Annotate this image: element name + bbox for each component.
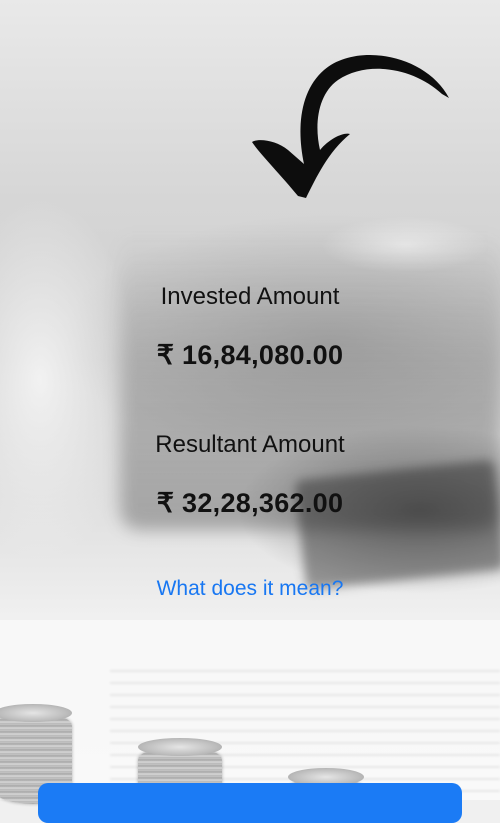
resultant-amount-value: ₹ 32,28,362.00 (156, 488, 344, 518)
resultant-amount-label: Resultant Amount (155, 431, 345, 458)
what-does-it-mean-link[interactable]: What does it mean? (0, 577, 500, 601)
curved-arrow-icon (252, 54, 449, 198)
invested-amount-value: ₹ 16,84,080.00 (156, 340, 344, 370)
background-calculator (294, 459, 500, 591)
invested-amount-label: Invested Amount (160, 283, 340, 310)
bottom-action-button[interactable] (38, 783, 462, 823)
